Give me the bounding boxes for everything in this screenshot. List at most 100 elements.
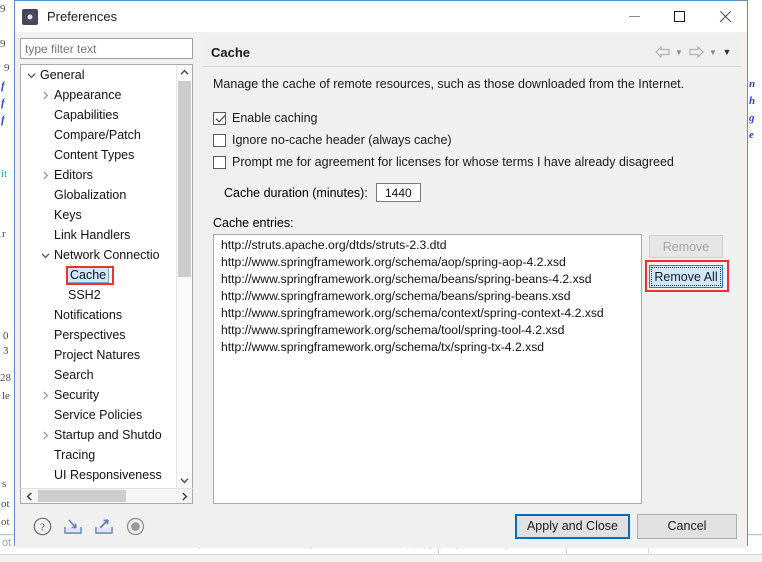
cache-entry-item[interactable]: http://www.springframework.org/schema/be… — [216, 271, 641, 288]
cache-entries-list[interactable]: http://struts.apache.org/dtds/struts-2.3… — [213, 234, 642, 504]
maximize-icon — [674, 11, 685, 22]
back-dropdown-caret[interactable]: ▼ — [673, 43, 685, 61]
chevron-down-icon[interactable] — [25, 72, 38, 79]
sidebar-item-network-connectio[interactable]: Network Connectio — [21, 245, 178, 265]
scroll-right-icon[interactable] — [176, 489, 192, 503]
cache-entry-item[interactable]: http://www.springframework.org/schema/to… — [216, 322, 641, 339]
sidebar-item-label: Globalization — [54, 188, 127, 202]
chevron-down-icon[interactable] — [39, 252, 52, 259]
maximize-button[interactable] — [657, 1, 702, 32]
cancel-button[interactable]: Cancel — [637, 513, 737, 539]
cache-entries-buttons: Remove Remove All — [645, 234, 731, 504]
sidebar-item-label: General — [40, 68, 85, 82]
help-icon[interactable]: ? — [31, 515, 53, 537]
remove-button[interactable]: Remove — [649, 235, 723, 258]
chevron-right-icon[interactable] — [39, 171, 52, 180]
checkbox-ignore-no-cache-header[interactable]: Ignore no-cache header (always cache) — [213, 130, 741, 150]
tree-scroll-thumb[interactable] — [178, 81, 191, 277]
sidebar-item-notifications[interactable]: Notifications — [21, 305, 178, 325]
cache-duration-row: Cache duration (minutes): — [224, 183, 741, 202]
tree-vertical-scrollbar[interactable] — [176, 65, 192, 488]
cache-duration-input[interactable] — [375, 183, 421, 202]
sidebar-item-label: Notifications — [54, 308, 123, 322]
forward-dropdown-caret[interactable]: ▼ — [707, 43, 719, 61]
filter-input[interactable] — [20, 38, 193, 59]
sidebar-item-general[interactable]: General — [21, 65, 178, 85]
chevron-right-icon[interactable] — [39, 91, 52, 100]
chevron-right-icon[interactable] — [39, 391, 52, 400]
apply-and-close-button[interactable]: Apply and Close — [514, 513, 630, 539]
chevron-right-icon[interactable] — [39, 431, 52, 440]
close-button[interactable] — [702, 1, 747, 32]
cache-entry-item[interactable]: http://struts.apache.org/dtds/struts-2.3… — [216, 237, 641, 254]
backdrop-fragment: ot — [1, 516, 10, 528]
checkbox-unchecked-icon[interactable] — [213, 155, 226, 169]
sidebar-item-label: Compare/Patch — [54, 128, 141, 142]
sidebar-item-tracing[interactable]: Tracing — [21, 445, 178, 465]
tree-hscroll-thumb[interactable] — [38, 490, 126, 502]
sidebar-item-capabilities[interactable]: Capabilities — [21, 105, 178, 125]
sidebar-item-globalization[interactable]: Globalization — [21, 185, 178, 205]
sidebar-item-appearance[interactable]: Appearance — [21, 85, 178, 105]
sidebar-item-cache[interactable]: Cache — [21, 265, 178, 285]
sidebar-item-label: Tracing — [54, 448, 96, 462]
checkbox-unchecked-icon[interactable] — [213, 133, 226, 147]
export-icon[interactable] — [93, 515, 115, 537]
backdrop-fragment: ot — [1, 498, 10, 510]
checkbox-enable-caching[interactable]: Enable caching — [213, 108, 741, 128]
sidebar-item-search[interactable]: Search — [21, 365, 178, 385]
sidebar-item-service-policies[interactable]: Service Policies — [21, 405, 178, 425]
sidebar-item-project-natures[interactable]: Project Natures — [21, 345, 178, 365]
backdrop-fragment: 3 — [3, 345, 9, 357]
back-arrow-icon[interactable] — [653, 43, 671, 61]
page-header: Cache ▼ ▼ ▼ — [203, 38, 741, 67]
scroll-left-icon[interactable] — [21, 489, 37, 503]
backdrop-fragment: 9 — [0, 3, 6, 15]
sidebar-item-startup-and-shutdo[interactable]: Startup and Shutdo — [21, 425, 178, 445]
sidebar-item-label: Appearance — [54, 88, 122, 102]
cache-entries-label: Cache entries: — [213, 216, 294, 230]
dialog-title: Preferences — [47, 9, 118, 24]
scroll-up-icon[interactable] — [177, 65, 192, 80]
scroll-down-icon[interactable] — [177, 473, 192, 488]
backdrop-fragment: le — [2, 390, 10, 402]
restore-defaults-icon[interactable] — [124, 515, 146, 537]
checkbox-prompt-for-agreement[interactable]: Prompt me for agreement for licenses for… — [213, 152, 741, 172]
sidebar-item-label: Keys — [54, 208, 82, 222]
remove-all-button[interactable]: Remove All — [649, 265, 723, 288]
sidebar-item-security[interactable]: Security — [21, 385, 178, 405]
import-icon[interactable] — [62, 515, 84, 537]
minimize-button[interactable] — [612, 1, 657, 32]
sidebar-item-ssh2[interactable]: SSH2 — [21, 285, 178, 305]
cache-entry-item[interactable]: http://www.springframework.org/schema/co… — [216, 305, 641, 322]
sidebar-item-perspectives[interactable]: Perspectives — [21, 325, 178, 345]
cache-entry-item[interactable]: http://www.springframework.org/schema/ao… — [216, 254, 641, 271]
backdrop-fragment: h — [749, 95, 756, 107]
sidebar-item-label: Search — [54, 368, 94, 382]
sidebar-item-ui-responsiveness[interactable]: UI Responsiveness — [21, 465, 178, 485]
sidebar-item-keys[interactable]: Keys — [21, 205, 178, 225]
backdrop-fragment: f — [1, 114, 5, 126]
page-menu-caret[interactable]: ▼ — [721, 43, 733, 61]
sidebar-item-editors[interactable]: Editors — [21, 165, 178, 185]
cache-entry-item[interactable]: http://www.springframework.org/schema/be… — [216, 288, 641, 305]
backdrop-fragment: f — [1, 80, 5, 92]
forward-arrow-icon[interactable] — [687, 43, 705, 61]
checkbox-label: Enable caching — [232, 111, 318, 125]
cache-duration-label: Cache duration (minutes): — [224, 185, 368, 200]
backdrop-fragment: f — [1, 97, 5, 109]
sidebar-item-label: Security — [54, 388, 100, 402]
preferences-tree-list: General Appearance Capabilities Compare/Pat… — [21, 65, 178, 488]
sidebar-item-content-types[interactable]: Content Types — [21, 145, 178, 165]
close-icon — [718, 10, 732, 24]
tree-horizontal-scrollbar[interactable] — [20, 488, 193, 504]
sidebar-item-link-handlers[interactable]: Link Handlers — [21, 225, 178, 245]
preferences-tree[interactable]: General Appearance Capabilities Compare/Pat… — [20, 64, 193, 488]
sidebar-item-label: Content Types — [54, 148, 135, 162]
cache-entry-item[interactable]: http://www.springframework.org/schema/tx… — [216, 339, 641, 356]
footer-icon-group: ? — [31, 515, 146, 537]
sidebar-item-compare-patch[interactable]: Compare/Patch — [21, 125, 178, 145]
checkbox-checked-icon[interactable] — [213, 111, 226, 125]
sidebar-item-label: Startup and Shutdo — [54, 428, 162, 442]
sidebar-item-label: Cache — [66, 267, 110, 283]
